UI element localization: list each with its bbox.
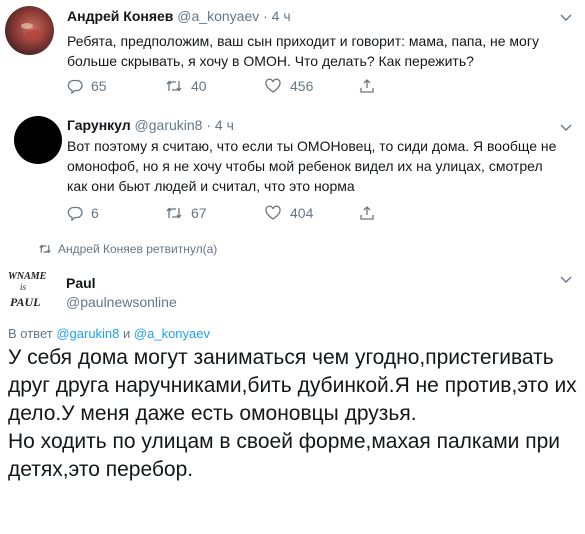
author-handle[interactable]: @garukin8 (135, 117, 203, 133)
share-button[interactable] (359, 205, 375, 221)
like-button[interactable]: 456 (264, 78, 313, 94)
avatar-handwriting-icon: WNAME is PAUL (8, 271, 47, 309)
tweet-2[interactable]: Гарункул @garukin8 · 4 ч Вот поэтому я с… (0, 112, 585, 236)
share-button[interactable] (359, 78, 375, 94)
reply-button[interactable]: 65 (67, 78, 107, 94)
heart-icon (265, 78, 281, 93)
avatar-photo-icon (21, 23, 44, 40)
avatar[interactable] (5, 6, 54, 55)
svg-text:PAUL: PAUL (10, 295, 40, 309)
reply-and: и (123, 326, 131, 341)
svg-text:is: is (20, 282, 27, 292)
tweet-1[interactable]: Андрей Коняев @a_konyaev · 4 ч Ребята, п… (0, 0, 585, 112)
tweet-actions: 65 40 456 (67, 78, 487, 98)
author-handle[interactable]: @paulnewsonline (66, 294, 177, 310)
avatar[interactable] (14, 116, 62, 164)
reply-icon (67, 79, 83, 94)
reply-count: 6 (91, 205, 99, 221)
chevron-down-icon[interactable] (558, 271, 574, 287)
author-name[interactable]: Paul (66, 275, 177, 291)
avatar[interactable]: WNAME is PAUL (4, 266, 52, 314)
chevron-down-icon[interactable] (558, 119, 574, 135)
tweet-header: Андрей Коняев @a_konyaev · 4 ч (67, 8, 291, 24)
reply-button[interactable]: 6 (67, 205, 99, 221)
mention-link-garukin8[interactable]: @garukin8 (56, 326, 119, 341)
mention-link-a-konyaev[interactable]: @a_konyaev (134, 326, 210, 341)
tweet-header: Гарункул @garukin8 · 4 ч (67, 117, 234, 133)
share-icon (360, 79, 374, 93)
author-handle[interactable]: @a_konyaev (177, 8, 259, 24)
tweet-header: Paul @paulnewsonline (66, 275, 177, 310)
retweet-button[interactable]: 67 (165, 205, 207, 221)
svg-text:WNAME: WNAME (8, 271, 47, 282)
retweet-count: 67 (191, 205, 207, 221)
reply-count: 65 (91, 78, 107, 94)
retweet-indicator: Андрей Коняев ретвитнул(а) (38, 242, 217, 256)
tweet-text: Вот поэтому я считаю, что если ты ОМОНов… (67, 138, 557, 194)
author-name[interactable]: Андрей Коняев (67, 8, 173, 24)
share-icon (360, 206, 374, 220)
timestamp[interactable]: · 4 ч (263, 8, 291, 24)
chevron-down-icon[interactable] (558, 9, 574, 25)
like-count: 404 (290, 205, 314, 221)
retweet-count: 40 (191, 78, 207, 94)
like-button[interactable]: 404 (264, 205, 313, 221)
tweet-actions: 6 67 404 (67, 205, 487, 225)
reply-context: В ответ @garukin8 и @a_konyaev (8, 326, 210, 341)
tweet-text: Ребята, предположим, ваш сын приходит и … (67, 33, 539, 69)
retweet-icon (39, 244, 51, 254)
reply-prefix: В ответ (8, 326, 53, 341)
like-count: 456 (290, 78, 314, 94)
retweet-button[interactable]: 40 (165, 78, 207, 94)
heart-icon (265, 205, 281, 220)
retweet-label[interactable]: Андрей Коняев ретвитнул(а) (58, 242, 217, 256)
retweet-icon (166, 207, 182, 219)
reply-icon (67, 206, 83, 221)
tweet-text: У себя дома могут заниматься чем угодно,… (8, 346, 577, 481)
timestamp[interactable]: · 4 ч (206, 117, 234, 133)
retweet-icon (166, 80, 182, 92)
author-name[interactable]: Гарункул (67, 117, 131, 133)
